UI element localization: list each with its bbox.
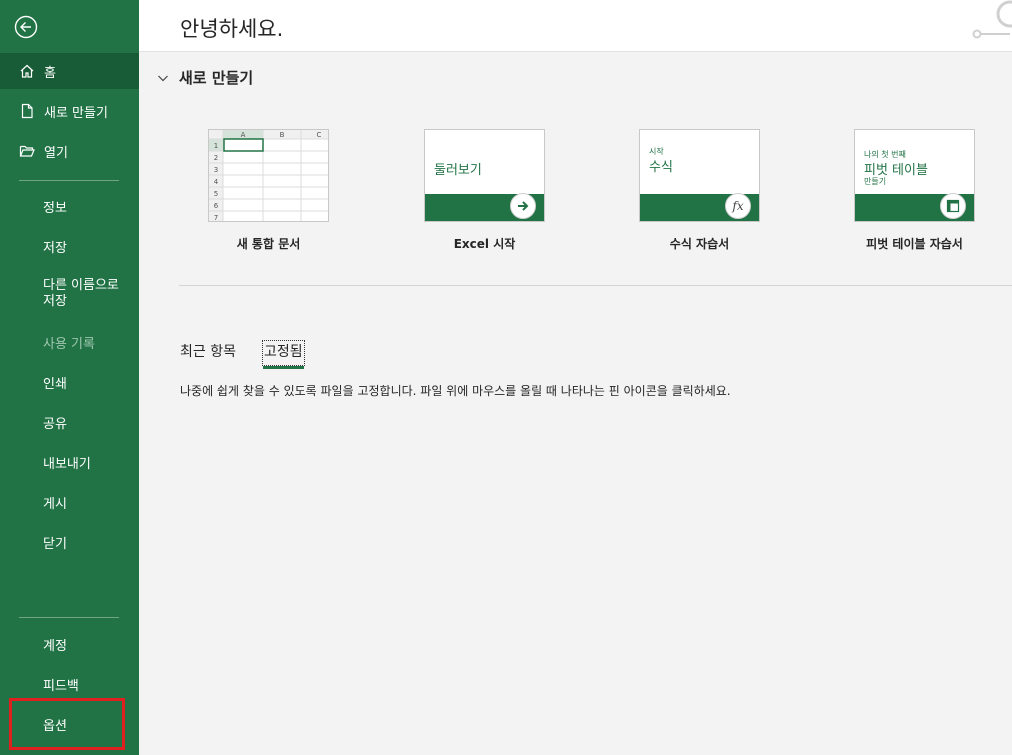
header: 안녕하세요. xyxy=(139,0,1012,52)
section-title: 새로 만들기 xyxy=(179,69,254,87)
home-icon xyxy=(20,64,34,78)
open-folder-icon xyxy=(19,145,35,157)
greeting-title: 안녕하세요. xyxy=(180,17,284,41)
back-arrow-icon[interactable] xyxy=(14,15,38,39)
sidebar-item-save-as[interactable]: 다른 이름으로 저장 xyxy=(0,274,139,314)
template-label: Excel 시작 xyxy=(453,237,516,251)
row-header: 1 xyxy=(214,142,218,150)
column-header: B xyxy=(280,131,285,139)
sidebar-item-label: 다른 이름으로 저장 xyxy=(43,278,119,310)
thumb-title: 둘러보기 xyxy=(434,163,482,178)
sidebar-divider xyxy=(19,180,119,181)
sidebar-item-label: 인쇄 xyxy=(43,376,67,392)
sidebar-item-label: 게시 xyxy=(43,496,67,512)
sidebar-item-feedback[interactable]: 피드백 xyxy=(0,666,139,702)
row-header: 3 xyxy=(214,166,218,174)
label-line-1: 다른 이름으로 xyxy=(43,278,119,293)
sidebar-item-account[interactable]: 계정 xyxy=(0,626,139,662)
new-document-icon xyxy=(21,103,33,119)
sidebar-item-label: 사용 기록 xyxy=(43,336,95,352)
sidebar-item-label: 옵션 xyxy=(43,718,67,734)
tab-pinned[interactable]: 고정됨 xyxy=(261,340,305,369)
tab-recent[interactable]: 최근 항목 xyxy=(180,341,236,366)
files-tabs: 최근 항목 고정됨 xyxy=(180,340,331,369)
template-thumbnail: 시작 수식 fx xyxy=(639,129,760,222)
template-thumbnail: A B C 1 2 3 4 5 6 7 xyxy=(208,129,329,222)
sidebar-item-label: 홈 xyxy=(44,65,56,81)
sidebar-item-label: 계정 xyxy=(43,638,67,654)
template-blank-workbook[interactable]: A B C 1 2 3 4 5 6 7 새 통합 문서 xyxy=(208,129,329,252)
column-header: C xyxy=(317,131,322,139)
template-excel-start[interactable]: 둘러보기 Excel 시작 xyxy=(424,129,545,252)
thumb-caption: 만들기 xyxy=(864,177,887,186)
row-header: 6 xyxy=(214,202,219,210)
template-pivot-tutorial[interactable]: 나의 첫 번째 피벗 테이블 만들기 피벗 테이블 자습서 xyxy=(854,129,975,252)
sidebar-item-label: 새로 만들기 xyxy=(44,105,108,121)
sidebar-item-history: 사용 기록 xyxy=(0,324,139,360)
sidebar-item-open[interactable]: 열기 xyxy=(0,133,139,169)
template-label: 피벗 테이블 자습서 xyxy=(866,237,963,251)
sidebar-item-label: 공유 xyxy=(43,416,67,432)
row-header: 2 xyxy=(214,154,218,162)
row-header: 5 xyxy=(214,190,218,198)
template-thumbnail: 나의 첫 번째 피벗 테이블 만들기 xyxy=(854,129,975,222)
sidebar-divider xyxy=(19,617,119,618)
template-thumbnail: 둘러보기 xyxy=(424,129,545,222)
sidebar-item-home[interactable]: 홈 xyxy=(0,53,139,89)
arrow-right-icon xyxy=(510,193,536,219)
sidebar-item-print[interactable]: 인쇄 xyxy=(0,364,139,400)
thumb-title: 수식 xyxy=(649,160,673,175)
sidebar-item-label: 저장 xyxy=(43,240,67,256)
pinned-hint-text: 나중에 쉽게 찾을 수 있도록 파일을 고정합니다. 파일 위에 마우스를 올릴… xyxy=(180,384,731,398)
section-divider xyxy=(179,285,1012,286)
new-section-header[interactable]: 새로 만들기 xyxy=(157,67,253,88)
backstage-sidebar: 홈 새로 만들기 열기 정보 저장 다른 이름으로 저장 사용 기록 인쇄 공유… xyxy=(0,0,139,755)
pivot-table-icon xyxy=(940,193,966,219)
sidebar-item-label: 열기 xyxy=(44,145,68,161)
template-label: 수식 자습서 xyxy=(669,237,730,251)
sidebar-item-label: 내보내기 xyxy=(43,456,91,472)
row-header: 7 xyxy=(214,214,218,221)
sidebar-item-info[interactable]: 정보 xyxy=(0,188,139,224)
sidebar-item-close[interactable]: 닫기 xyxy=(0,524,139,560)
chevron-down-icon xyxy=(158,75,168,81)
sidebar-item-save[interactable]: 저장 xyxy=(0,228,139,264)
template-label: 새 통합 문서 xyxy=(236,237,301,251)
function-fx-icon: fx xyxy=(725,193,751,219)
row-header: 4 xyxy=(214,178,219,186)
sidebar-item-options[interactable]: 옵션 xyxy=(0,706,139,742)
sidebar-item-new[interactable]: 새로 만들기 xyxy=(0,93,139,129)
sidebar-item-publish[interactable]: 게시 xyxy=(0,484,139,520)
sidebar-item-export[interactable]: 내보내기 xyxy=(0,444,139,480)
sidebar-item-label: 정보 xyxy=(43,200,67,216)
label-line-2: 저장 xyxy=(43,294,67,309)
template-formula-tutorial[interactable]: 시작 수식 fx 수식 자습서 xyxy=(639,129,760,252)
spreadsheet-grid-icon: A B C 1 2 3 4 5 6 7 xyxy=(209,130,328,221)
sidebar-item-share[interactable]: 공유 xyxy=(0,404,139,440)
sidebar-item-label: 닫기 xyxy=(43,536,67,552)
sidebar-item-label: 피드백 xyxy=(43,678,79,694)
circuit-decoration-icon xyxy=(972,0,1012,39)
column-header: A xyxy=(241,131,246,139)
